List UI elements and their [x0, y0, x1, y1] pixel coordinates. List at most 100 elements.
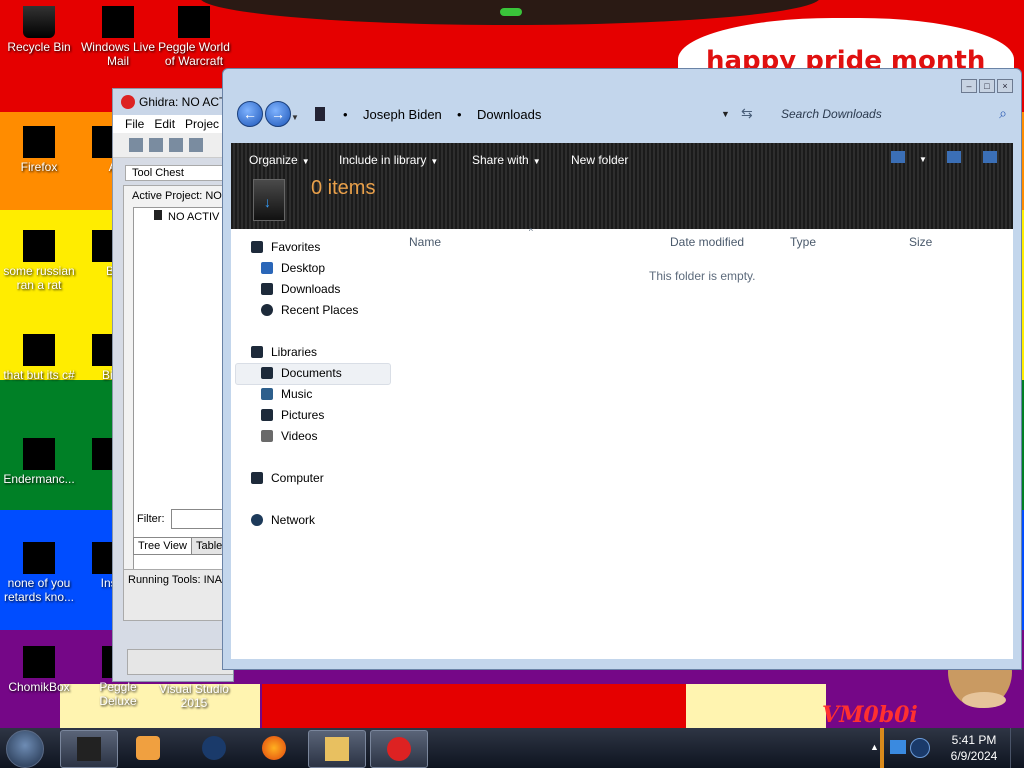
nav-music[interactable]: Music: [261, 384, 312, 404]
window-controls: – □ ×: [961, 79, 1013, 93]
clock[interactable]: 5:41 PM 6/9/2024: [944, 732, 1004, 764]
chevron-down-icon[interactable]: ▼: [291, 113, 299, 122]
minimize-icon[interactable]: –: [961, 79, 977, 93]
file-icon: [23, 542, 55, 574]
refresh-icon[interactable]: ⇆: [741, 105, 753, 122]
new-folder-button[interactable]: New folder: [571, 153, 628, 167]
ghidra-menu-edit[interactable]: Edit: [154, 117, 175, 131]
clock-time: 5:41 PM: [951, 733, 997, 747]
column-date-modified[interactable]: Date modified: [670, 235, 744, 249]
wallpaper-watermark: VM0b0i: [822, 702, 918, 728]
taskbar-steam[interactable]: [186, 730, 242, 766]
nav-downloads[interactable]: Downloads: [261, 279, 340, 299]
downloads-icon: [261, 283, 273, 295]
taskbar: ▲ 5:41 PM 6/9/2024: [0, 728, 1024, 768]
desktop-icon: [261, 262, 273, 274]
videos-icon: [261, 430, 273, 442]
tool-icon[interactable]: [169, 138, 183, 152]
steam-icon: [202, 736, 226, 760]
firefox-icon: [23, 126, 55, 158]
ghidra-dragon-icon: [121, 95, 135, 109]
search-icon[interactable]: ⌕: [999, 105, 1007, 122]
taskbar-firefox[interactable]: [246, 730, 302, 766]
column-type[interactable]: Type: [790, 235, 816, 249]
forward-button[interactable]: →: [265, 101, 291, 127]
show-desktop-button[interactable]: [1010, 728, 1024, 768]
chomikbox-icon: [23, 646, 55, 678]
content-area: Favorites Desktop Downloads Recent Place…: [231, 227, 1013, 659]
column-name[interactable]: Name: [409, 235, 441, 249]
nav-computer[interactable]: Computer: [251, 468, 324, 488]
clock-date: 6/9/2024: [950, 749, 998, 763]
taskbar-ghidra[interactable]: [370, 730, 428, 768]
navigation-pane: Favorites Desktop Downloads Recent Place…: [231, 229, 391, 659]
taskbar-media-player[interactable]: [120, 730, 176, 766]
tab-tree-view[interactable]: Tree View: [133, 537, 192, 555]
search-input[interactable]: Search Downloads ⌕: [773, 101, 1013, 127]
taskbar-windows-explorer[interactable]: [308, 730, 366, 768]
chevron-down-icon: ▼: [301, 157, 310, 166]
desktop-icon-visual-studio[interactable]: Visual Studio 2015: [156, 682, 232, 710]
nav-pictures[interactable]: Pictures: [261, 405, 324, 425]
items-count: 0 items: [311, 177, 376, 199]
volume-icon[interactable]: [910, 738, 930, 758]
address-history-chevron-icon[interactable]: ▼: [721, 109, 730, 119]
desktop-icon-peggle-wow[interactable]: Peggle World of Warcraft: [156, 6, 232, 68]
search-placeholder: Search Downloads: [781, 107, 882, 121]
desktop-icon-windows-live-mail[interactable]: Windows Live Mail: [80, 6, 156, 68]
view-options-icon[interactable]: [891, 151, 905, 163]
help-icon[interactable]: [983, 151, 997, 163]
ghidra-toolbar: [113, 133, 233, 158]
music-icon: [261, 388, 273, 400]
taskbar-explorer-app[interactable]: [60, 730, 118, 768]
firefox-icon: [262, 736, 286, 760]
network-icon: [251, 514, 263, 526]
ghidra-tool-chest: Tool Chest: [125, 165, 233, 181]
organize-button[interactable]: Organize ▼: [249, 153, 310, 167]
ghidra-window[interactable]: Ghidra: NO ACT File Edit Projec Tool Che…: [112, 88, 234, 682]
nav-recent-places[interactable]: Recent Places: [261, 300, 358, 320]
tool-icon[interactable]: [129, 138, 143, 152]
start-button[interactable]: [6, 730, 44, 768]
breadcrumb-downloads[interactable]: Downloads: [477, 107, 541, 122]
ghidra-titlebar[interactable]: Ghidra: NO ACT: [113, 89, 233, 115]
nav-network[interactable]: Network: [251, 510, 315, 530]
folder-icon: [315, 107, 325, 121]
nav-desktop[interactable]: Desktop: [261, 258, 325, 278]
desktop-icon-chomikbox[interactable]: ChomikBox: [1, 646, 77, 694]
nav-videos[interactable]: Videos: [261, 426, 317, 446]
app-icon: [23, 438, 55, 470]
chevron-down-icon[interactable]: ▼: [915, 151, 927, 165]
ghidra-menubar: File Edit Projec: [113, 115, 233, 133]
sort-caret-icon: ^: [529, 227, 533, 236]
ghidra-menu-project[interactable]: Projec: [185, 117, 219, 131]
ghidra-filter-label: Filter:: [137, 513, 165, 525]
nav-favorites[interactable]: Favorites: [251, 237, 320, 257]
tool-icon[interactable]: [189, 138, 203, 152]
chevron-down-icon: ▼: [532, 157, 541, 166]
chevron-down-icon: ▼: [430, 157, 439, 166]
breadcrumb-joseph-biden[interactable]: Joseph Biden: [363, 107, 442, 122]
desktop-icon-recycle-bin[interactable]: Recycle Bin: [1, 6, 77, 54]
tool-icon[interactable]: [149, 138, 163, 152]
tree-node[interactable]: NO ACTIV: [154, 210, 219, 223]
column-size[interactable]: Size: [909, 235, 932, 249]
close-icon[interactable]: ×: [997, 79, 1013, 93]
breadcrumb-separator: •: [343, 107, 348, 122]
preview-pane-icon[interactable]: [947, 151, 961, 163]
share-with-label: Share with: [472, 153, 529, 167]
downloads-folder-icon: ↓: [253, 179, 285, 221]
network-icon[interactable]: [890, 740, 906, 754]
maximize-icon[interactable]: □: [979, 79, 995, 93]
share-with-button[interactable]: Share with ▼: [472, 153, 541, 167]
ghidra-active-project: Active Project: NO: [132, 190, 222, 202]
organize-label: Organize: [249, 153, 298, 167]
include-in-library-button[interactable]: Include in library ▼: [339, 153, 438, 167]
back-button[interactable]: ←: [237, 101, 263, 127]
nav-documents[interactable]: Documents: [261, 363, 342, 383]
peggle-icon: [178, 6, 210, 38]
nav-libraries[interactable]: Libraries: [251, 342, 317, 362]
ghidra-menu-file[interactable]: File: [125, 117, 144, 131]
tray-expand-icon[interactable]: ▲: [870, 742, 879, 752]
explorer-window[interactable]: – □ × ← → ▼ • Joseph Biden • Downloads ▼…: [222, 68, 1022, 670]
